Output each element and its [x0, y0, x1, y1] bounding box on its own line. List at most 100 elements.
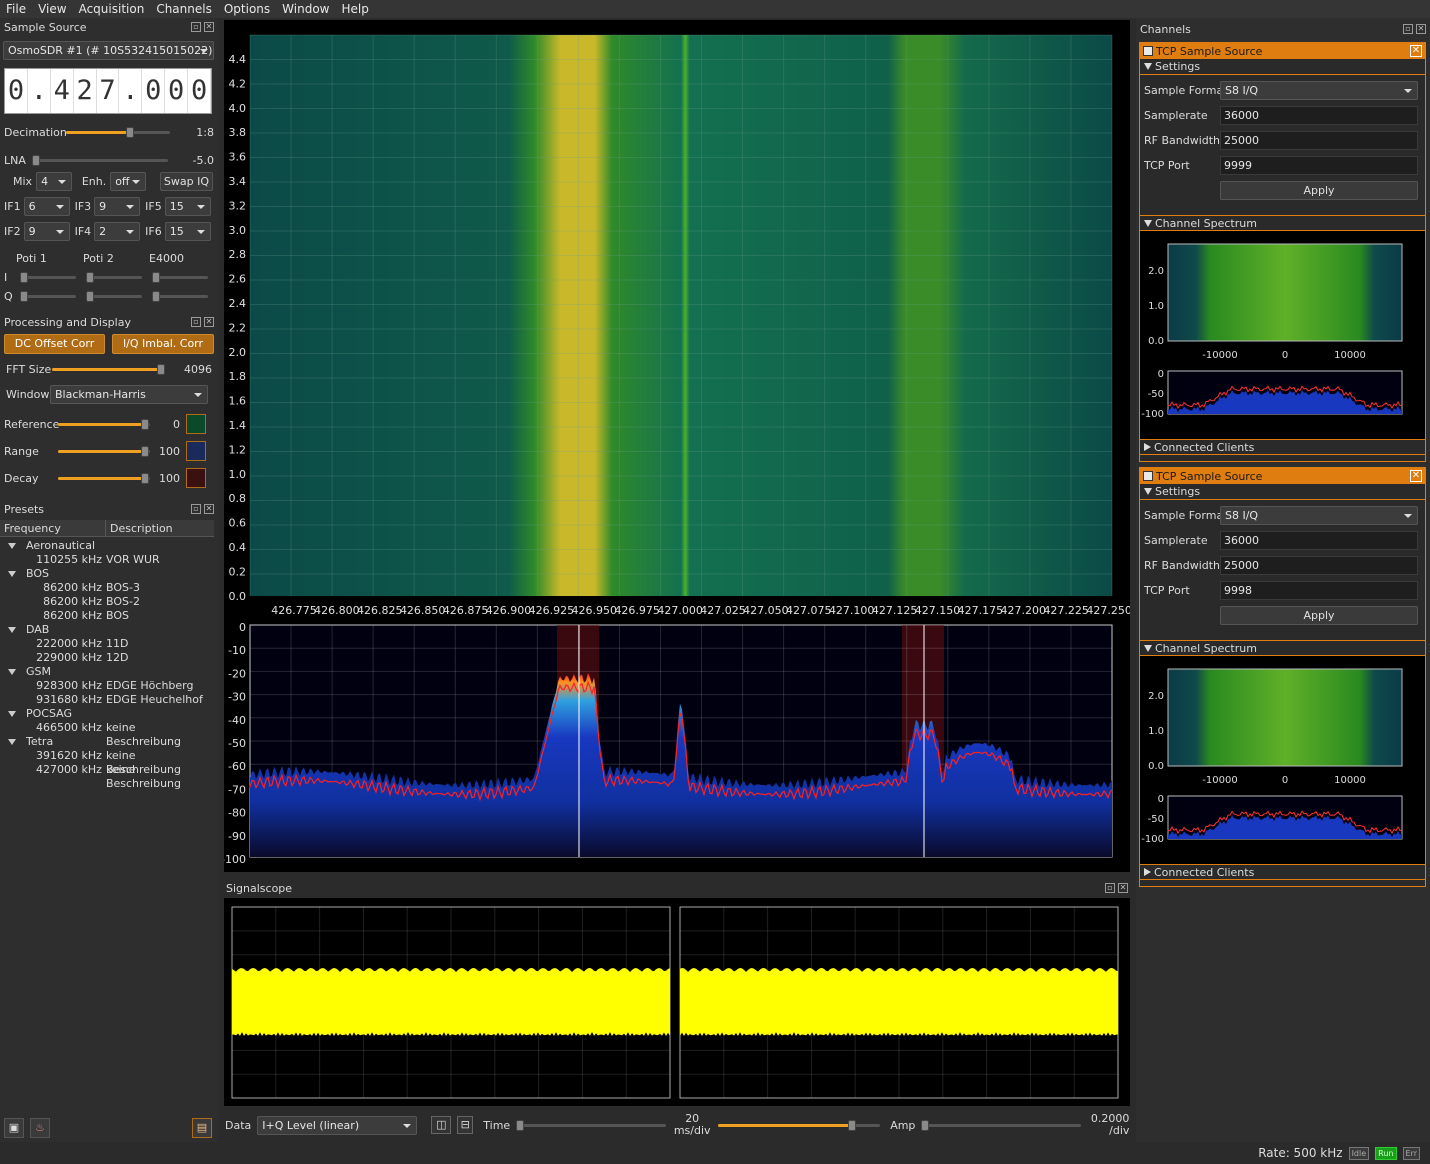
channel-spectrum-svg[interactable]: 2.0 1.0 0.0 -10000 0 10000 0 -50 -100: [1140, 656, 1425, 864]
split-horizontal-icon[interactable]: ◫: [431, 1116, 452, 1134]
poti2-q-slider[interactable]: [86, 291, 142, 302]
channel-spectrum-section[interactable]: Channel Spectrum: [1140, 215, 1425, 231]
close-icon[interactable]: ✕: [1410, 470, 1422, 482]
preset-item[interactable]: 466500 kHz keine Beschreibung: [0, 721, 214, 748]
close-icon[interactable]: ✕: [1410, 45, 1422, 57]
float-icon[interactable]: ▫: [191, 504, 201, 514]
waterfall-plot[interactable]: [250, 35, 1112, 596]
freq-digit[interactable]: 2: [74, 69, 97, 113]
freq-digit[interactable]: 0: [188, 69, 212, 113]
preset-item[interactable]: 928300 kHz EDGE Höchberg: [0, 679, 214, 693]
settings-section[interactable]: Settings: [1140, 59, 1425, 75]
freq-digit[interactable]: 4: [51, 69, 74, 113]
float-icon[interactable]: ▫: [1403, 24, 1413, 34]
col-description[interactable]: Description: [106, 520, 173, 536]
menu-file[interactable]: File: [0, 2, 32, 16]
if5-select[interactable]: 15: [164, 197, 211, 216]
preset-group[interactable]: GSM: [0, 665, 214, 679]
close-icon[interactable]: ✕: [1416, 24, 1426, 34]
preset-item[interactable]: 110255 kHz VOR WUR: [0, 553, 214, 567]
samplerate-input[interactable]: 36000: [1220, 531, 1418, 550]
poti1-q-slider[interactable]: [20, 291, 76, 302]
time-slider[interactable]: [516, 1119, 667, 1131]
range-slider[interactable]: [58, 445, 150, 457]
preset-group[interactable]: POCSAG: [0, 707, 214, 721]
data-select[interactable]: I+Q Level (linear): [257, 1115, 418, 1135]
if4-select[interactable]: 2: [94, 222, 141, 241]
menu-window[interactable]: Window: [276, 2, 335, 16]
frequency-display[interactable]: 0 . 4 2 7 . 0 0 0: [4, 68, 212, 114]
signalscope-svg[interactable]: [224, 898, 1130, 1106]
spectrum-color-icon[interactable]: [186, 441, 206, 461]
samplerate-input[interactable]: 36000: [1220, 106, 1418, 125]
channel-enable-checkbox[interactable]: [1143, 471, 1153, 481]
fft-size-slider[interactable]: [52, 364, 166, 375]
preset-item[interactable]: 931680 kHz EDGE Heuchelhof: [0, 693, 214, 707]
rf-bandwidth-input[interactable]: 25000: [1220, 131, 1418, 150]
freq-digit[interactable]: 7: [97, 69, 120, 113]
preset-item[interactable]: 391620 kHz keine Beschreibung: [0, 749, 214, 776]
menu-help[interactable]: Help: [335, 2, 374, 16]
enh-select[interactable]: off: [110, 172, 146, 191]
tcp-port-input[interactable]: 9999: [1220, 156, 1418, 175]
waterfall-spectrum-svg[interactable]: 4.4 4.2 4.0 3.8 3.6 3.4 3.2 3.0 2.8 2.6 2.4 2.2 2.0 1…: [224, 20, 1130, 872]
freq-digit[interactable]: .: [28, 69, 51, 113]
tcp-port-input[interactable]: 9998: [1220, 581, 1418, 600]
dc-offset-toggle[interactable]: DC Offset Corr: [4, 334, 105, 354]
amp-slider[interactable]: [921, 1119, 1082, 1131]
poti1-i-slider[interactable]: [20, 272, 76, 283]
if6-select[interactable]: 15: [164, 222, 211, 241]
channel-spectrum-section[interactable]: Channel Spectrum: [1140, 640, 1425, 656]
sample-format-select[interactable]: S8 I/Q: [1220, 81, 1418, 100]
poti2-i-slider[interactable]: [86, 272, 142, 283]
preset-item[interactable]: 222000 kHz 11D: [0, 637, 214, 651]
apply-button[interactable]: Apply: [1220, 181, 1418, 200]
presets-tree[interactable]: Aeronautical 110255 kHz VOR WUR BOS 86200 kH…: [0, 539, 214, 790]
float-icon[interactable]: ▫: [191, 317, 201, 327]
menu-options[interactable]: Options: [218, 2, 276, 16]
preset-item[interactable]: 229000 kHz 12D: [0, 651, 214, 665]
channel-enable-checkbox[interactable]: [1143, 46, 1153, 56]
mix-select[interactable]: 4: [36, 172, 72, 191]
if2-select[interactable]: 9: [23, 222, 70, 241]
sample-format-select[interactable]: S8 I/Q: [1220, 506, 1418, 525]
rf-bandwidth-input[interactable]: 25000: [1220, 556, 1418, 575]
preset-group[interactable]: Aeronautical: [0, 539, 214, 553]
save-preset-icon[interactable]: ▣: [4, 1118, 24, 1138]
settings-section[interactable]: Settings: [1140, 484, 1425, 500]
preset-item[interactable]: 427000 kHz keine Beschreibung: [0, 763, 214, 790]
connected-clients-section[interactable]: Connected Clients: [1140, 439, 1425, 455]
close-icon[interactable]: ✕: [204, 317, 214, 327]
menu-view[interactable]: View: [32, 2, 72, 16]
if1-select[interactable]: 6: [23, 197, 70, 216]
col-frequency[interactable]: Frequency: [0, 520, 106, 536]
preset-group[interactable]: BOS: [0, 567, 214, 581]
decay-color-icon[interactable]: [186, 468, 206, 488]
preset-item[interactable]: 86200 kHz BOS-3: [0, 581, 214, 595]
swap-iq-button[interactable]: Swap IQ: [159, 172, 214, 191]
delete-preset-icon[interactable]: ♨: [30, 1118, 50, 1138]
window-select[interactable]: Blackman-Harris: [50, 385, 208, 404]
close-icon[interactable]: ✕: [204, 22, 214, 32]
freq-digit[interactable]: 0: [165, 69, 189, 113]
float-icon[interactable]: ▫: [191, 22, 201, 32]
freq-digit[interactable]: 0: [142, 69, 166, 113]
menu-acquisition[interactable]: Acquisition: [73, 2, 151, 16]
folder-icon[interactable]: ▤: [192, 1118, 212, 1138]
if3-select[interactable]: 9: [94, 197, 141, 216]
e4000-i-slider[interactable]: [152, 272, 208, 283]
preset-group[interactable]: DAB: [0, 623, 214, 637]
split-vertical-icon[interactable]: ⊟: [457, 1116, 474, 1134]
preset-item[interactable]: 86200 kHz BOS: [0, 609, 214, 623]
time-scale-slider[interactable]: [718, 1119, 881, 1131]
preset-item[interactable]: 86200 kHz BOS-2: [0, 595, 214, 609]
preset-group[interactable]: Tetra: [0, 735, 214, 749]
waterfall-color-icon[interactable]: [186, 414, 206, 434]
menu-channels[interactable]: Channels: [150, 2, 218, 16]
freq-digit[interactable]: .: [119, 69, 143, 113]
reference-slider[interactable]: [58, 418, 150, 430]
e4000-q-slider[interactable]: [152, 291, 208, 302]
close-icon[interactable]: ✕: [1118, 883, 1128, 893]
lna-slider[interactable]: [32, 155, 168, 166]
close-icon[interactable]: ✕: [204, 504, 214, 514]
